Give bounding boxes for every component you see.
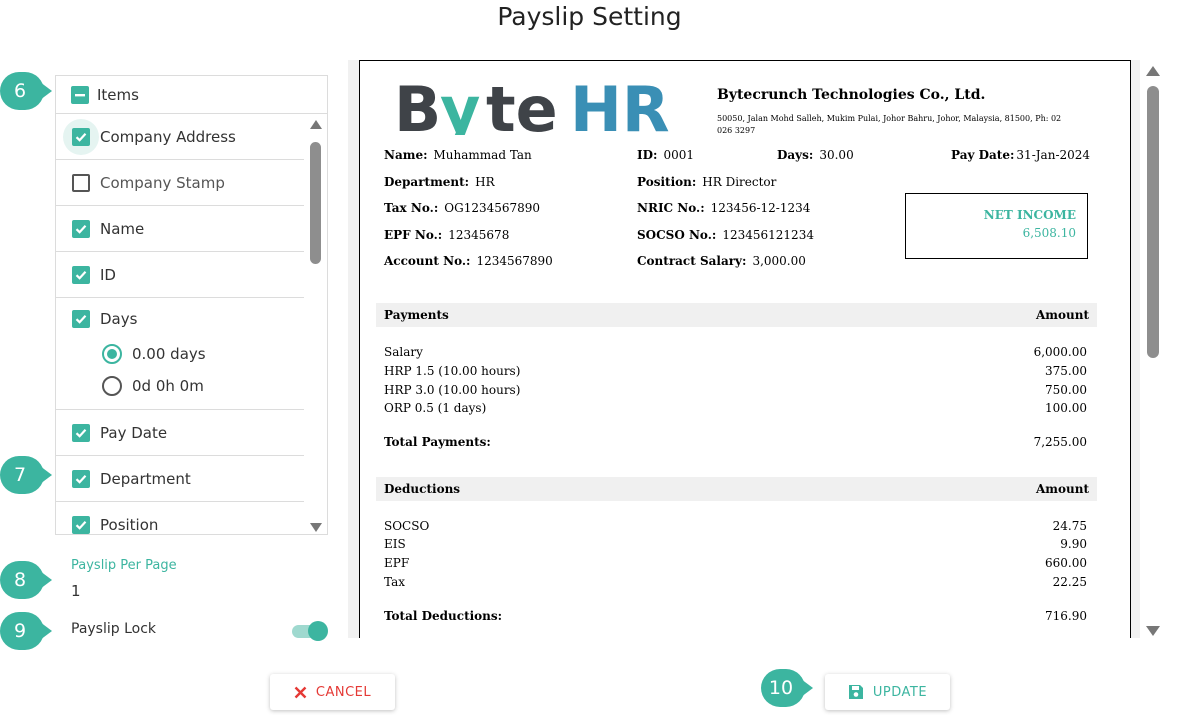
callout-9: 9 xyxy=(0,612,52,650)
payment-row: ORP 0.5 (1 days) 100.00 xyxy=(384,401,1087,415)
preview-scrollbar[interactable] xyxy=(1145,66,1161,636)
payslip-per-page-input[interactable]: 1 xyxy=(71,582,81,600)
radio-label: 0d 0h 0m xyxy=(132,377,204,395)
radio-unselected[interactable] xyxy=(102,376,122,396)
item-label: Position xyxy=(100,515,159,534)
svg-text:te: te xyxy=(486,75,558,135)
item-company-stamp[interactable]: Company Stamp xyxy=(56,160,304,206)
item-id[interactable]: ID xyxy=(56,252,304,298)
checkbox-checked[interactable] xyxy=(72,127,90,146)
checkbox-checked[interactable] xyxy=(72,219,90,238)
items-header-label: Items xyxy=(97,85,139,104)
field-days: Days: 30.00 xyxy=(777,148,854,162)
field-id: ID: 0001 xyxy=(637,148,694,162)
field-pay-date: Pay Date: 31-Jan-2024 xyxy=(951,148,1091,162)
item-department[interactable]: Department xyxy=(56,456,304,502)
company-address: 50050, Jalan Mohd Salleh, Mukim Pulai, J… xyxy=(717,114,1062,135)
item-label: ID xyxy=(100,265,116,284)
item-name[interactable]: Name xyxy=(56,206,304,252)
cancel-button[interactable]: CANCEL xyxy=(270,674,395,710)
field-department: Department: HR xyxy=(384,175,495,189)
scroll-up-arrow-icon[interactable] xyxy=(1146,66,1160,76)
field-contract-salary: Contract Salary: 3,000.00 xyxy=(637,254,806,268)
item-label: Company Stamp xyxy=(100,173,225,192)
days-option-decimal[interactable]: 0.00 days xyxy=(102,338,206,370)
scroll-up-arrow-icon[interactable] xyxy=(310,120,322,129)
update-button-label: UPDATE xyxy=(872,684,928,700)
radio-selected[interactable] xyxy=(102,344,122,364)
deduction-row: Tax 22.25 xyxy=(384,575,1087,589)
checkbox-checked[interactable] xyxy=(72,515,90,534)
scroll-thumb[interactable] xyxy=(310,142,321,264)
payslip-per-page-label: Payslip Per Page xyxy=(71,558,177,573)
field-epf-no: EPF No.: 12345678 xyxy=(384,228,510,242)
checkbox-checked[interactable] xyxy=(72,423,90,442)
scroll-thumb[interactable] xyxy=(1147,86,1159,358)
items-list: Company Address Company Stamp Name ID Da… xyxy=(56,114,304,534)
deductions-header: Deductions Amount xyxy=(376,477,1097,501)
cancel-button-label: CANCEL xyxy=(315,684,372,700)
indeterminate-checkbox[interactable] xyxy=(71,85,89,104)
checkbox-checked[interactable] xyxy=(72,310,90,328)
field-nric-no: NRIC No.: 123456-12-1234 xyxy=(637,201,811,215)
field-tax-no: Tax No.: OG1234567890 xyxy=(384,201,541,215)
close-icon xyxy=(294,686,307,699)
callout-8: 8 xyxy=(0,561,52,599)
payments-header: Payments Amount xyxy=(376,303,1097,327)
item-pay-date[interactable]: Pay Date xyxy=(56,410,304,456)
total-deductions-row: Total Deductions: 716.90 xyxy=(384,609,1087,623)
field-name: Name: Muhammad Tan xyxy=(384,148,532,162)
item-label: Department xyxy=(100,469,191,488)
deduction-row: SOCSO 24.75 xyxy=(384,519,1087,533)
company-name: Bytecrunch Technologies Co., Ltd. xyxy=(717,87,986,103)
page-title: Payslip Setting xyxy=(497,2,682,31)
checkbox-checked[interactable] xyxy=(72,265,90,284)
item-label: Days xyxy=(100,310,138,328)
total-payments-row: Total Payments: 7,255.00 xyxy=(384,435,1087,449)
item-label: Company Address xyxy=(100,127,236,146)
scroll-down-arrow-icon[interactable] xyxy=(310,523,322,532)
item-label: Pay Date xyxy=(100,423,168,442)
net-income-box: NET INCOME 6,508.10 xyxy=(905,193,1088,259)
callout-10: 10 xyxy=(761,669,813,707)
payment-row: HRP 1.5 (10.00 hours) 375.00 xyxy=(384,364,1087,378)
item-days[interactable]: Days 0.00 days 0d 0h 0m xyxy=(56,298,304,410)
field-position: Position: HR Director xyxy=(637,175,777,189)
callout-6: 6 xyxy=(0,72,52,110)
deduction-row: EPF 660.00 xyxy=(384,556,1087,570)
items-scrollbar[interactable] xyxy=(308,120,324,532)
payment-row: Salary 6,000.00 xyxy=(384,345,1087,359)
scroll-down-arrow-icon[interactable] xyxy=(1146,626,1160,636)
checkbox-focus-halo xyxy=(63,118,99,155)
item-position[interactable]: Position xyxy=(56,502,304,534)
update-button[interactable]: UPDATE xyxy=(825,674,950,710)
svg-text:y: y xyxy=(440,75,480,135)
callout-7: 7 xyxy=(0,456,52,494)
field-socso-no: SOCSO No.: 123456121234 xyxy=(637,228,814,242)
net-income-label: NET INCOME xyxy=(983,208,1076,222)
deduction-row: EIS 9.90 xyxy=(384,537,1087,551)
svg-text:HR: HR xyxy=(570,75,670,135)
item-company-address[interactable]: Company Address xyxy=(56,114,304,160)
items-panel: Items Company Address Company Stamp Name xyxy=(55,75,328,535)
bytehr-logo: B y te HR xyxy=(394,75,670,135)
payslip-document: B y te HR Bytecrunch Technologies Co., L… xyxy=(359,60,1131,638)
radio-label: 0.00 days xyxy=(132,345,206,363)
checkbox-checked[interactable] xyxy=(72,469,90,488)
field-account-no: Account No.: 1234567890 xyxy=(384,254,553,268)
save-icon xyxy=(848,684,864,700)
net-income-value: 6,508.10 xyxy=(1022,226,1076,240)
days-option-dhm[interactable]: 0d 0h 0m xyxy=(102,370,204,402)
items-header[interactable]: Items xyxy=(56,76,327,114)
payment-row: HRP 3.0 (10.00 hours) 750.00 xyxy=(384,383,1087,397)
payslip-lock-label: Payslip Lock xyxy=(71,621,157,637)
svg-text:B: B xyxy=(394,75,441,135)
checkbox-unchecked[interactable] xyxy=(72,173,90,192)
payslip-lock-toggle[interactable] xyxy=(292,621,328,641)
item-label: Name xyxy=(100,219,145,238)
